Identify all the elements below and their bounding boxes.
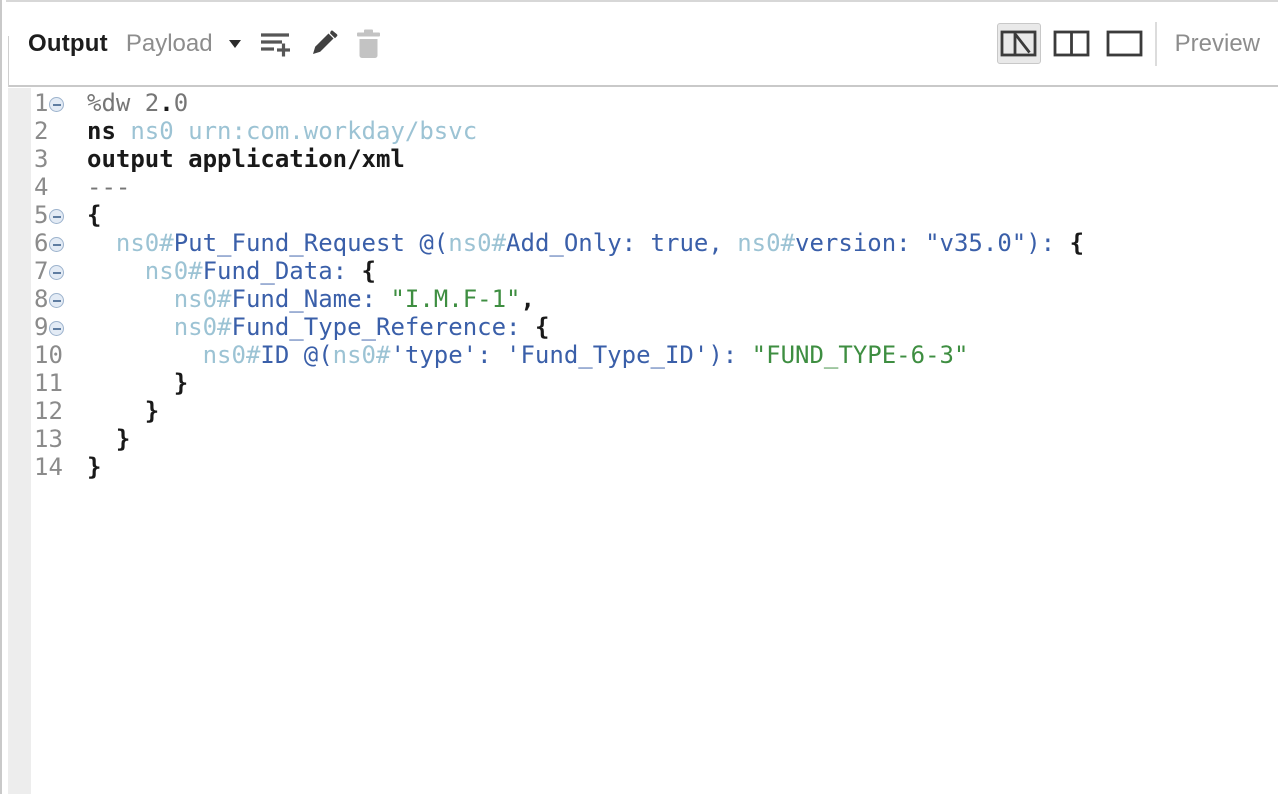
toolbar-divider: [1155, 22, 1157, 66]
code-line: 4 ---: [30, 173, 1278, 201]
view-two-pane-button[interactable]: [1050, 23, 1094, 64]
code-text: }: [87, 369, 188, 397]
code-text: ns ns0 urn:com.workday/bsvc: [87, 117, 477, 145]
line-number: 13: [34, 425, 63, 453]
line-number: 2: [34, 117, 48, 145]
code-text: ns0#Put_Fund_Request @(ns0#Add_Only: tru…: [87, 229, 1084, 257]
add-sample-button[interactable]: [260, 30, 291, 58]
fold-toggle-icon[interactable]: [49, 265, 64, 280]
code-line: 10 ns0#ID @(ns0#'type': 'Fund_Type_ID'):…: [30, 341, 1278, 369]
caret-down-icon: [229, 40, 241, 48]
code-line: 12 }: [30, 397, 1278, 425]
output-panel-header: Output Payload: [9, 2, 1278, 87]
line-number: 4: [34, 173, 48, 201]
view-single-pane-button[interactable]: [1103, 23, 1147, 64]
pencil-icon: [309, 29, 338, 58]
code-line: 11 }: [30, 369, 1278, 397]
split-code-preview-icon: [1000, 30, 1037, 57]
line-number: 12: [34, 397, 63, 425]
view-toggle-group: Preview: [997, 22, 1260, 66]
code-line: 8 ns0#Fund_Name: "I.M.F-1",: [30, 285, 1278, 313]
view-code-preview-button[interactable]: [997, 23, 1041, 64]
line-number: 10: [34, 341, 63, 369]
line-number: 1: [34, 89, 48, 117]
line-number: 3: [34, 145, 48, 173]
payload-dropdown-label: Payload: [126, 30, 213, 58]
line-number: 14: [34, 453, 63, 481]
code-line: 2 ns ns0 urn:com.workday/bsvc: [30, 117, 1278, 145]
trash-icon: [355, 29, 382, 59]
single-pane-icon: [1106, 30, 1143, 57]
code-text: ---: [87, 173, 130, 201]
code-text: ns0#ID @(ns0#'type': 'Fund_Type_ID'): "F…: [87, 341, 968, 369]
delete-sample-button[interactable]: [355, 29, 382, 59]
line-number: 11: [34, 369, 63, 397]
code-line: 6 ns0#Put_Fund_Request @(ns0#Add_Only: t…: [30, 229, 1278, 257]
code-line: 1 %dw 2.0: [30, 89, 1278, 117]
fold-toggle-icon[interactable]: [49, 293, 64, 308]
code-line: 7 ns0#Fund_Data: {: [30, 257, 1278, 285]
fold-toggle-icon[interactable]: [49, 237, 64, 252]
panel-title: Output: [28, 30, 108, 58]
code-text: ns0#Fund_Name: "I.M.F-1",: [87, 285, 535, 313]
code-line: 14}: [30, 453, 1278, 481]
code-line: 13 }: [30, 425, 1278, 453]
edit-sample-button[interactable]: [309, 29, 338, 58]
code-text: }: [87, 397, 159, 425]
code-editor[interactable]: 1 %dw 2.0 2 ns ns0 urn:com.workday/bsvc 3 out…: [30, 88, 1278, 794]
fold-toggle-icon[interactable]: [49, 97, 64, 112]
window-left-border: [0, 0, 2, 794]
fold-toggle-icon[interactable]: [49, 321, 64, 336]
code-line: 3 output application/xml: [30, 145, 1278, 173]
line-number: 5: [34, 201, 48, 229]
two-pane-icon: [1053, 30, 1090, 57]
line-number: 8: [34, 285, 48, 313]
code-text: %dw 2.0: [87, 89, 188, 117]
code-text: ns0#Fund_Type_Reference: {: [87, 313, 549, 341]
code-text: output application/xml: [87, 145, 405, 173]
line-number: 9: [34, 313, 48, 341]
dataweave-output-panel: { "panel": { "title": "Output" }, "toolb…: [0, 0, 1278, 794]
line-number: 6: [34, 229, 48, 257]
fold-toggle-icon[interactable]: [49, 209, 64, 224]
code-line: 9 ns0#Fund_Type_Reference: {: [30, 313, 1278, 341]
code-text: }: [87, 425, 130, 453]
adjacent-scrollbar-track[interactable]: [8, 88, 31, 794]
add-to-list-icon: [260, 30, 291, 58]
code-line: 5{: [30, 201, 1278, 229]
payload-dropdown[interactable]: Payload: [126, 30, 241, 58]
line-number: 7: [34, 257, 48, 285]
code-lines: 1 %dw 2.0 2 ns ns0 urn:com.workday/bsvc 3 out…: [30, 89, 1278, 481]
code-text: }: [87, 453, 101, 481]
code-text: {: [87, 201, 101, 229]
code-text: ns0#Fund_Data: {: [87, 257, 376, 285]
preview-toggle[interactable]: Preview: [1175, 30, 1260, 58]
